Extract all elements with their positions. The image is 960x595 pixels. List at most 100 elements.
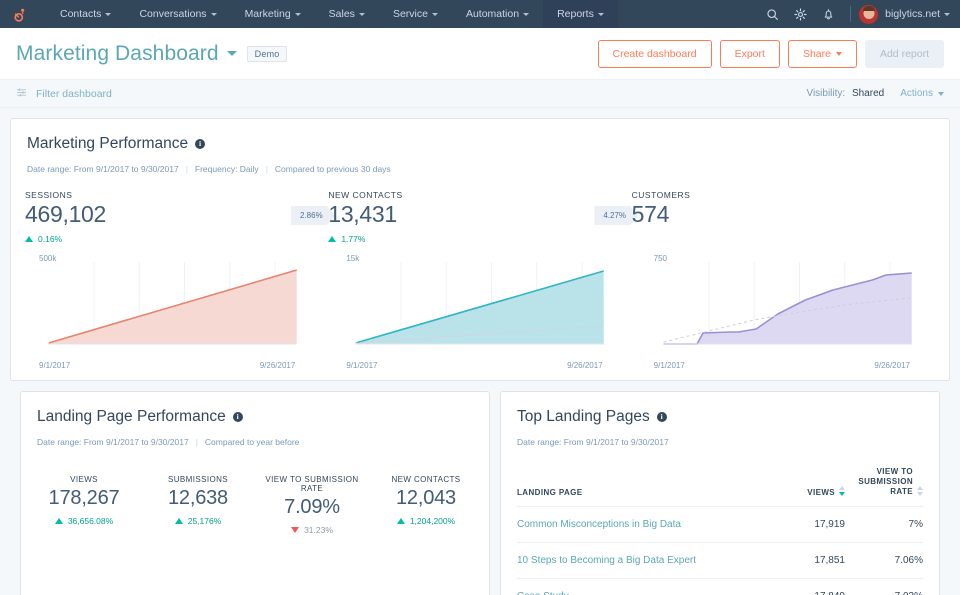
- kpi-new-contacts: NEW CONTACTS 13,431 1.77% 4.27%: [328, 190, 631, 244]
- create-dashboard-label: Create dashboard: [613, 48, 697, 60]
- meta-comparison: Compared to year before: [205, 437, 300, 447]
- column-header-rate-line1: VIEW TO: [877, 467, 913, 476]
- visibility-value: Shared: [852, 88, 884, 99]
- info-icon[interactable]: i: [657, 412, 667, 422]
- share-button[interactable]: Share: [788, 40, 857, 68]
- arrow-up-icon: [328, 236, 336, 242]
- landing-page-performance-meta: Date range: From 9/1/2017 to 9/30/2017 |…: [37, 437, 473, 447]
- cell-landing-page: 10 Steps to Becoming a Big Data Expert: [517, 543, 755, 579]
- chevron-down-icon: [836, 52, 842, 56]
- account-name: biglytics.net: [885, 8, 940, 20]
- metric-label: VIEW TO SUBMISSION RATE: [255, 475, 369, 493]
- customers-area-chart: [640, 252, 935, 357]
- account-menu[interactable]: biglytics.net: [885, 8, 950, 20]
- filter-dashboard-button[interactable]: Filter dashboard: [16, 87, 112, 101]
- card-title-text: Marketing Performance: [27, 135, 188, 153]
- sort-toggle-rate[interactable]: [917, 486, 923, 497]
- add-report-button[interactable]: Add report: [865, 40, 944, 68]
- table-body: Common Misconceptions in Big Data 17,919…: [517, 507, 923, 595]
- bell-icon[interactable]: [814, 0, 842, 28]
- nav-item-label: Automation: [466, 8, 519, 20]
- page-title[interactable]: Marketing Dashboard: [16, 42, 219, 66]
- cell-rate: 7.03%: [845, 579, 923, 595]
- kpi-delta-value: 0.16%: [38, 234, 62, 244]
- nav-item-contacts[interactable]: Contacts: [46, 0, 125, 28]
- actions-menu-button[interactable]: Actions: [900, 88, 944, 99]
- nav-item-service[interactable]: Service: [379, 0, 452, 28]
- chevron-down-icon: [944, 13, 950, 16]
- export-label: Export: [735, 48, 765, 60]
- create-dashboard-button[interactable]: Create dashboard: [598, 40, 712, 68]
- cell-views: 17,851: [755, 543, 845, 579]
- column-header-views[interactable]: VIEWS: [755, 467, 845, 507]
- nav-item-automation[interactable]: Automation: [452, 0, 543, 28]
- metric-delta-value: 36,656.08%: [68, 516, 113, 526]
- dashboard-switcher-caret-icon[interactable]: [227, 51, 237, 56]
- x-tick-start: 9/1/2017: [654, 361, 685, 370]
- chevron-down-icon: [211, 13, 217, 16]
- dashboard-canvas: Marketing Performance i Date range: From…: [0, 108, 960, 595]
- meta-frequency: Frequency: Daily: [195, 164, 259, 174]
- metric-delta: 36,656.08%: [27, 516, 141, 526]
- main-menu: Contacts Conversations Marketing Sales S…: [46, 0, 618, 28]
- arrow-up-icon: [175, 518, 183, 524]
- chevron-down-icon: [432, 13, 438, 16]
- top-landing-pages-header: Top Landing Pages i Date range: From 9/1…: [501, 392, 939, 595]
- bottom-row: Landing Page Performance i Date range: F…: [10, 381, 950, 595]
- landing-page-link[interactable]: Case Study: [517, 591, 569, 595]
- hubspot-sprocket-logo[interactable]: [6, 3, 32, 25]
- new-contacts-area-chart: [332, 252, 627, 357]
- landing-page-performance-card: Landing Page Performance i Date range: F…: [20, 391, 490, 595]
- landing-page-link[interactable]: 10 Steps to Becoming a Big Data Expert: [517, 555, 696, 566]
- top-navigation-bar: Contacts Conversations Marketing Sales S…: [0, 0, 960, 28]
- marketing-performance-header: Marketing Performance i Date range: From…: [11, 119, 949, 174]
- cell-views: 17,849: [755, 579, 845, 595]
- export-button[interactable]: Export: [720, 40, 780, 68]
- sessions-area-chart: [25, 252, 320, 357]
- avatar-hair: [863, 6, 875, 11]
- metric-label: NEW CONTACTS: [369, 475, 483, 484]
- chart-new-contacts: 15k 9/1/2017 9/26/2017: [332, 252, 627, 370]
- sort-toggle-views[interactable]: [839, 486, 845, 497]
- filter-dashboard-label: Filter dashboard: [36, 88, 112, 100]
- nav-item-reports[interactable]: Reports: [543, 0, 618, 28]
- chevron-down-icon: [523, 13, 529, 16]
- info-icon[interactable]: i: [195, 139, 205, 149]
- nav-item-label: Reports: [557, 8, 594, 20]
- avatar[interactable]: [859, 5, 878, 24]
- nav-item-marketing[interactable]: Marketing: [231, 0, 315, 28]
- chevron-down-icon: [598, 13, 604, 16]
- chart-x-axis: 9/1/2017 9/26/2017: [332, 357, 627, 370]
- landing-page-link[interactable]: Common Misconceptions in Big Data: [517, 519, 681, 530]
- column-header-view-to-submission-rate[interactable]: VIEW TO SUBMISSION RATE: [845, 467, 923, 507]
- search-icon[interactable]: [758, 0, 786, 28]
- chevron-down-icon: [938, 92, 944, 96]
- kpi-sessions: SESSIONS 469,102 0.16% 2.86%: [25, 190, 328, 244]
- meta-date-range: Date range: From 9/1/2017 to 9/30/2017: [37, 437, 189, 447]
- nav-item-sales[interactable]: Sales: [315, 0, 379, 28]
- add-report-label: Add report: [880, 48, 929, 60]
- kpi-value: 469,102: [25, 201, 328, 228]
- nav-item-conversations[interactable]: Conversations: [125, 0, 230, 28]
- cell-views: 17,919: [755, 507, 845, 543]
- chart-x-axis: 9/1/2017 9/26/2017: [640, 357, 935, 370]
- cell-landing-page: Common Misconceptions in Big Data: [517, 507, 755, 543]
- metric-value: 12,638: [141, 487, 255, 510]
- metric-submissions: SUBMISSIONS 12,638 25,176%: [141, 475, 255, 535]
- x-tick-end: 9/26/2017: [260, 361, 296, 370]
- marketing-performance-card: Marketing Performance i Date range: From…: [10, 118, 950, 381]
- column-header-landing-page[interactable]: LANDING PAGE: [517, 467, 755, 507]
- chevron-down-icon: [359, 13, 365, 16]
- nav-item-label: Conversations: [139, 8, 206, 20]
- top-landing-pages-card: Top Landing Pages i Date range: From 9/1…: [500, 391, 940, 595]
- column-header-rate-line2: SUBMISSION: [858, 477, 913, 486]
- info-icon[interactable]: i: [233, 412, 243, 422]
- chart-x-axis: 9/1/2017 9/26/2017: [25, 357, 320, 370]
- cell-landing-page: Case Study: [517, 579, 755, 595]
- metric-delta: 1,204,200%: [369, 516, 483, 526]
- share-label: Share: [803, 48, 831, 60]
- gear-icon[interactable]: [786, 0, 814, 28]
- meta-divider: |: [196, 437, 198, 447]
- charts-row: 500k 9/1/2017 9/26/2017: [11, 244, 949, 380]
- chart-y-tick-label: 500k: [39, 254, 56, 263]
